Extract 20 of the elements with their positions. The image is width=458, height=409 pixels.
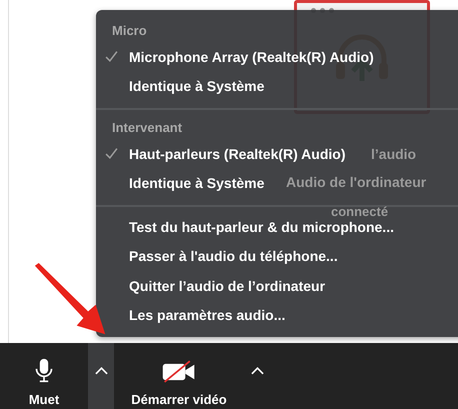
menu-item[interactable]: Identique à Système (129, 78, 264, 94)
menu-item[interactable]: Les paramètres audio... (129, 307, 286, 324)
menu-section-header: Micro (112, 22, 147, 38)
video-off-icon (161, 360, 197, 384)
caret-icon (250, 367, 264, 375)
mute-button[interactable]: Muet (0, 343, 88, 409)
audio-card-status: connecté (331, 204, 388, 219)
microphone-icon (34, 357, 54, 384)
menu-item[interactable]: Microphone Array (Realtek(R) Audio) (129, 48, 374, 65)
menu-item[interactable]: Quitter l’audio de l’ordinateur (129, 278, 326, 294)
menu-item[interactable]: Passer à l'audio du téléphone... (129, 248, 338, 264)
caret-icon (94, 367, 108, 375)
menu-item[interactable]: Identique à Système (129, 175, 264, 192)
audio-card-title: l’audio (371, 146, 416, 162)
menu-section-header: Intervenant (112, 120, 182, 134)
menu-item[interactable]: Haut-parleurs (Realtek(R) Audio) (129, 146, 346, 162)
start-video-button[interactable]: Démarrer vidéo (114, 343, 244, 409)
caret-button[interactable] (88, 343, 114, 409)
audio-card-subtitle: Audio de l'ordinateur (286, 174, 426, 190)
menu-item[interactable]: Test du haut-parleur & du microphone... (129, 218, 394, 235)
